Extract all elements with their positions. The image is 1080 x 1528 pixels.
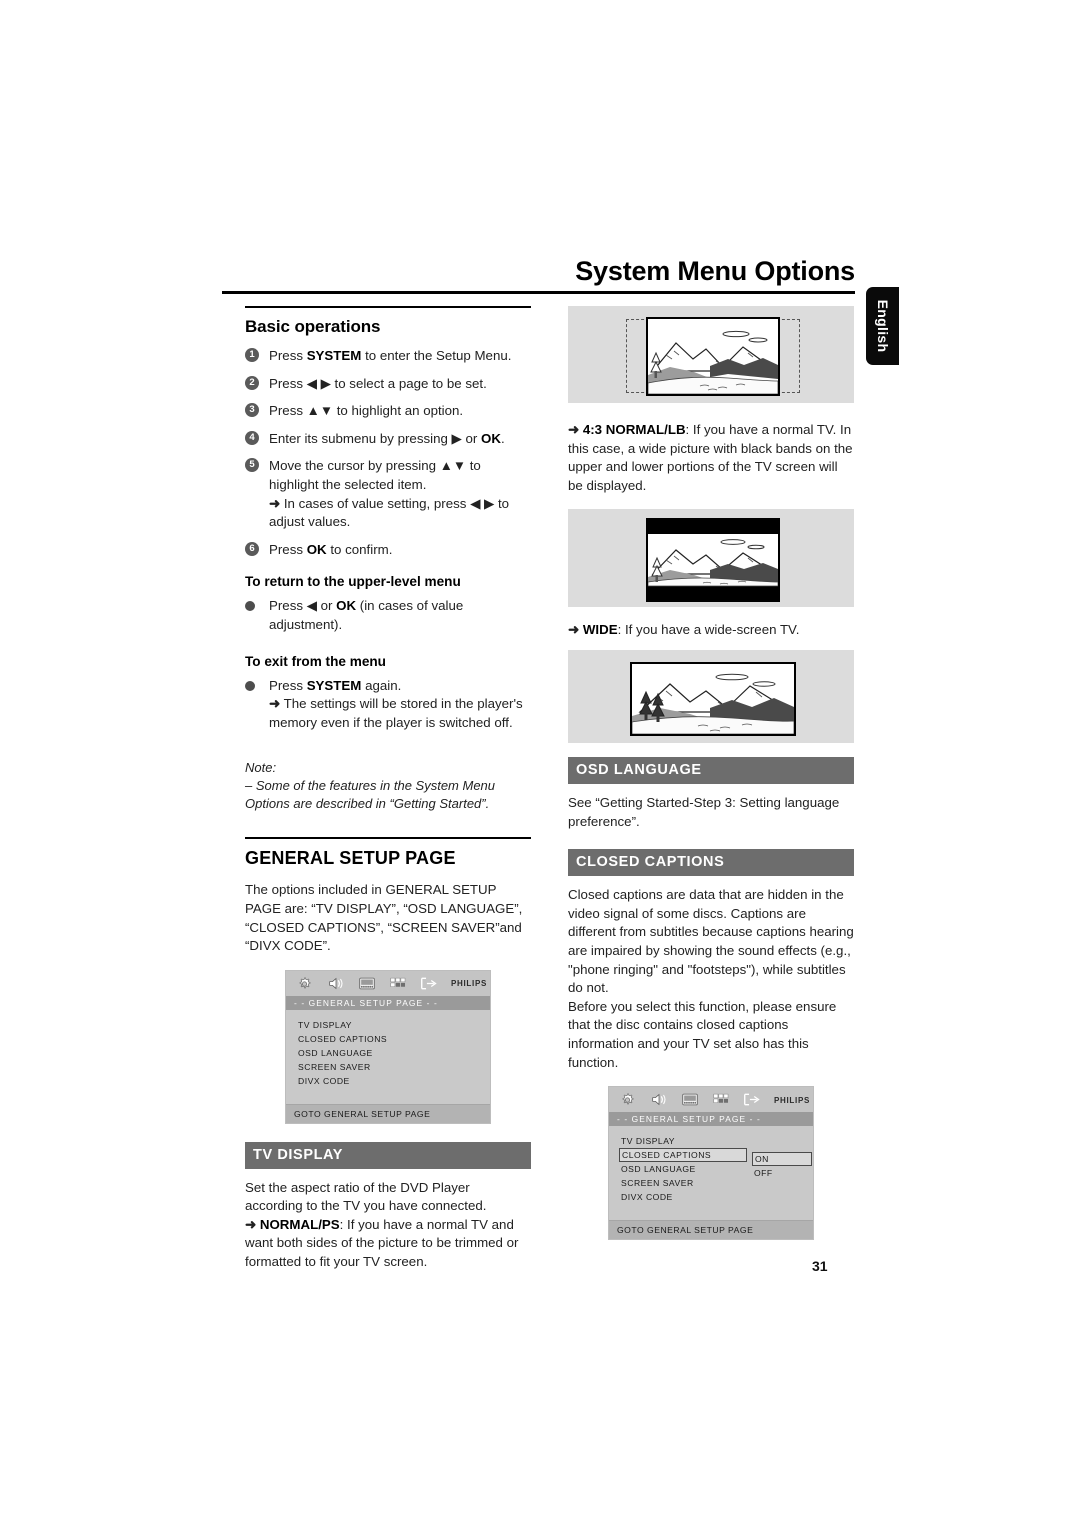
osd-menu-item[interactable]: DIVX CODE (619, 1190, 745, 1204)
step-text: Enter its submenu by pressing ▶ or OK. (269, 430, 505, 446)
language-tab-label: English (874, 299, 891, 353)
tv-display-normal-ps-option: ➜ NORMAL/PS: If you have a normal TV and… (245, 1216, 519, 1270)
tv-picture-frame (646, 518, 780, 603)
osd-page-title: - - GENERAL SETUP PAGE - - (286, 995, 490, 1010)
exit-arrow-icon[interactable] (743, 1092, 762, 1108)
step-number-badge: 5 (245, 458, 259, 473)
gear-icon[interactable] (296, 976, 315, 992)
philips-brand-logo: PHILIPS (451, 979, 488, 989)
wide-description: ➜ WIDE: If you have a wide-screen TV. (568, 622, 800, 638)
osd-icon-bar: PHILIPS (286, 970, 490, 996)
step-number-badge: 1 (245, 348, 259, 362)
bullet-dot-icon (245, 601, 255, 612)
closed-captions-body-2: Before you select this function, please … (568, 998, 837, 1070)
osd-menu-item[interactable]: SCREEN SAVER (296, 1060, 422, 1074)
osd-language-banner: OSD LANGUAGE (568, 756, 854, 784)
osd-language-body: See “Getting Started-Step 3: Setting lan… (568, 794, 840, 829)
video-screen-icon[interactable] (358, 976, 377, 992)
philips-brand-logo: PHILIPS (774, 1095, 811, 1105)
basic-operation-step: 1 Press SYSTEM to enter the Setup Menu. (245, 347, 531, 366)
page-number: 31 (812, 1258, 828, 1274)
general-setup-divider (245, 837, 531, 840)
osd-menu-item[interactable]: CLOSED CAPTIONS (296, 1032, 422, 1046)
osd-item-list: TV DISPLAY CLOSED CAPTIONS OSD LANGUAGE SCR… (609, 1126, 813, 1220)
exit-arrow-icon[interactable] (420, 976, 439, 992)
step-number-badge: 2 (245, 375, 259, 390)
speaker-icon[interactable] (327, 976, 346, 992)
note-text: – Some of the features in the System Men… (245, 778, 496, 812)
osd-menu-item[interactable]: OSD LANGUAGE (296, 1046, 422, 1060)
manual-page: System Menu Options English Basic operat… (0, 0, 1080, 1528)
step-number-badge: 4 (245, 430, 259, 445)
closed-captions-body-1: Closed captions are data that are hidden… (568, 887, 854, 996)
exit-bullet: Press SYSTEM again. ➜ The settings will b… (245, 677, 531, 733)
basic-operations-divider (245, 306, 531, 308)
osd-page-title: - - GENERAL SETUP PAGE - - (609, 1112, 813, 1127)
bullet-dot-icon (245, 680, 255, 691)
speaker-icon[interactable] (650, 1092, 669, 1108)
osd-menu-item[interactable]: CLOSED CAPTIONS (619, 1148, 747, 1163)
gear-icon[interactable] (619, 1092, 638, 1108)
illustration-widescreen (568, 649, 854, 743)
osd-menu-item[interactable]: TV DISPLAY (296, 1018, 422, 1032)
normal-lb-description: ➜ 4:3 NORMAL/LB: If you have a normal TV… (568, 422, 853, 493)
osd-menu-general-setup: PHILIPS - - GENERAL SETUP PAGE - - TV DI… (285, 969, 491, 1124)
osd-submenu-option[interactable]: ON (752, 1152, 812, 1167)
exit-subheading: To exit from the menu (245, 653, 386, 669)
step-number-badge: 3 (245, 403, 259, 418)
note-block: Note: – Some of the features in the Syst… (245, 759, 531, 813)
osd-menu-item[interactable]: TV DISPLAY (619, 1134, 745, 1148)
closed-captions-banner: CLOSED CAPTIONS (568, 849, 854, 877)
illustration-pan-scan (568, 306, 854, 403)
general-setup-body: The options included in GENERAL SETUP PA… (245, 882, 523, 954)
basic-operation-step: 2 Press ◀ ▶ to select a page to be set. (245, 375, 531, 394)
step-text: Press SYSTEM to enter the Setup Menu. (269, 348, 512, 363)
basic-operation-step: 6 Press OK to confirm. (245, 541, 531, 560)
right-column: ➜ 4:3 NORMAL/LB: If you have a normal TV… (568, 306, 854, 1241)
return-subheading: To return to the upper-level menu (245, 574, 461, 590)
osd-menu-item[interactable]: OSD LANGUAGE (619, 1162, 745, 1176)
general-setup-heading: GENERAL SETUP PAGE (245, 848, 456, 869)
exit-bullet-text: Press SYSTEM again. ➜ The settings will b… (269, 677, 523, 730)
return-bullet-text: Press ◀ or OK (in cases of value adjustm… (269, 598, 464, 632)
header-divider (222, 291, 855, 294)
osd-submenu: ON OFF (752, 1152, 812, 1180)
page-title: System Menu Options (575, 256, 855, 286)
basic-operations-steps: 1 Press SYSTEM to enter the Setup Menu. 2 P… (245, 347, 531, 559)
tv-display-banner: TV DISPLAY (245, 1141, 531, 1169)
osd-item-list: TV DISPLAY CLOSED CAPTIONS OSD LANGUAGE SCR… (286, 1010, 490, 1104)
video-screen-icon[interactable] (681, 1092, 700, 1108)
step-text: Press ◀ ▶ to select a page to be set. (269, 375, 487, 391)
step-text: Move the cursor by pressing ▲▼ to highli… (269, 458, 510, 530)
preference-grid-icon[interactable] (712, 1092, 731, 1108)
basic-operation-step: 4 Enter its submenu by pressing ▶ or OK. (245, 430, 531, 449)
osd-menu-item[interactable]: SCREEN SAVER (619, 1176, 745, 1190)
osd-menu-item[interactable]: DIVX CODE (296, 1074, 422, 1088)
tv-picture-frame (646, 317, 780, 396)
osd-submenu-option[interactable]: OFF (752, 1166, 810, 1180)
language-tab: English (866, 287, 899, 365)
tv-display-body: Set the aspect ratio of the DVD Player a… (245, 1179, 487, 1214)
step-number-badge: 6 (245, 541, 259, 556)
left-column: Basic operations 1 Press SYSTEM to enter … (245, 306, 531, 1272)
tv-picture-frame (630, 661, 796, 736)
preference-grid-icon[interactable] (389, 976, 408, 992)
note-label: Note: (245, 760, 277, 776)
step-text: Press ▲▼ to highlight an option. (269, 403, 464, 419)
osd-menu-closed-captions: PHILIPS - - GENERAL SETUP PAGE - - TV DI… (608, 1086, 814, 1241)
illustration-letterbox (568, 509, 854, 608)
basic-operations-heading: Basic operations (245, 317, 381, 336)
return-bullet: Press ◀ or OK (in cases of value adjustm… (245, 597, 531, 634)
step-text: Press OK to confirm. (269, 541, 393, 557)
osd-footer-hint: GOTO GENERAL SETUP PAGE (609, 1220, 813, 1240)
basic-operation-step: 5 Move the cursor by pressing ▲▼ to highl… (245, 457, 531, 531)
osd-icon-bar: PHILIPS (609, 1087, 813, 1113)
basic-operation-step: 3 Press ▲▼ to highlight an option. (245, 402, 531, 421)
osd-footer-hint: GOTO GENERAL SETUP PAGE (286, 1103, 490, 1123)
